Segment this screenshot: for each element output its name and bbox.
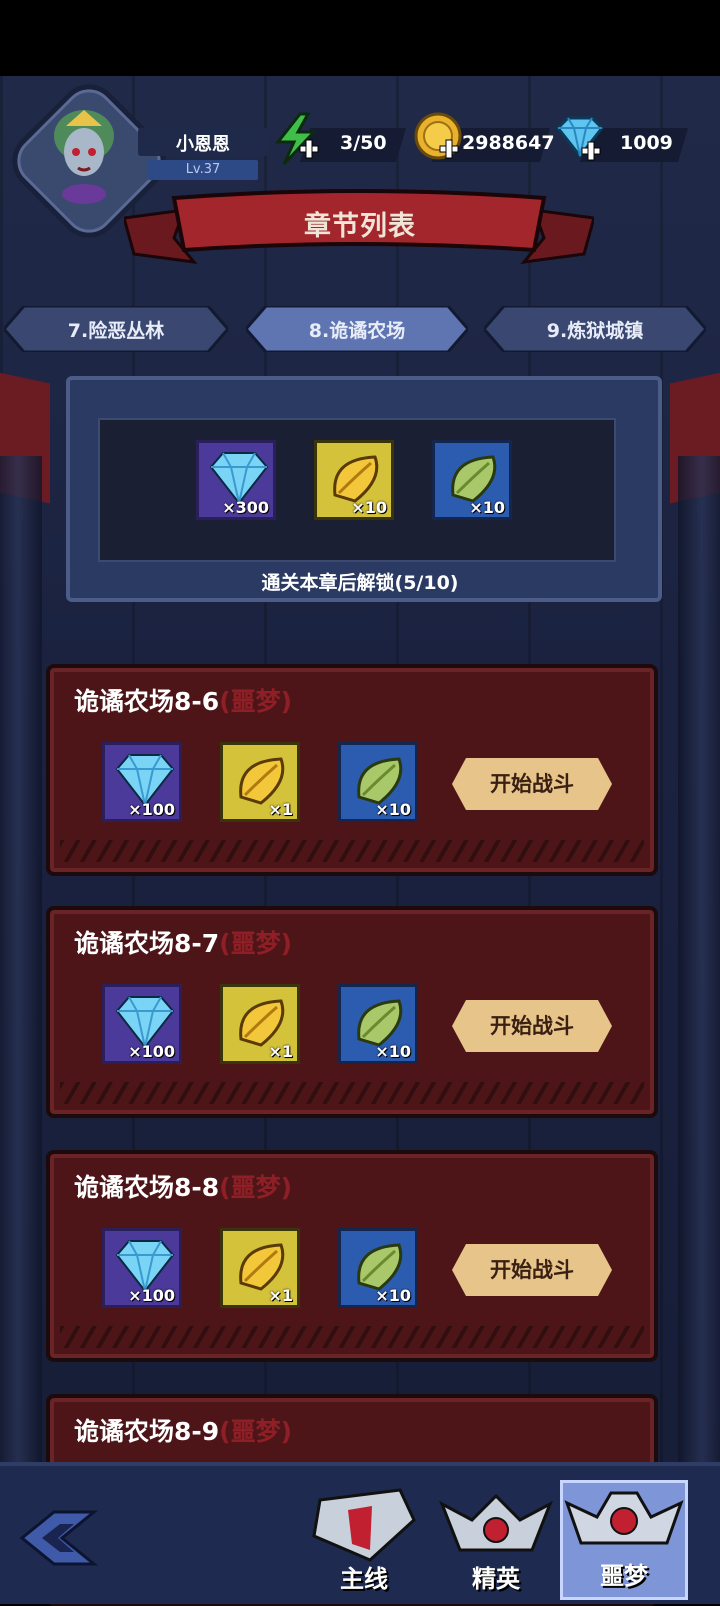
- item-qty: ×10: [469, 498, 505, 517]
- reward-green-leaf-item[interactable]: ×10: [338, 742, 418, 822]
- stage-name: 诡谲农场8-7: [74, 929, 220, 958]
- left-pillar: [0, 456, 42, 1556]
- tab-chapter-8-label: 8.诡谲农场: [308, 320, 406, 342]
- item-qty: ×100: [128, 800, 175, 819]
- item-qty: ×10: [351, 498, 387, 517]
- item-qty: ×300: [222, 498, 269, 517]
- reward-diamond-item[interactable]: ×100: [102, 742, 182, 822]
- right-pillar: [678, 456, 720, 1556]
- reward-diamond-item[interactable]: ×100: [102, 984, 182, 1064]
- stage-name: 诡谲农场8-6: [74, 687, 220, 716]
- stage-name: 诡谲农场8-8: [74, 1173, 220, 1202]
- nav-tab-label: 主线: [340, 1565, 388, 1593]
- stage-title: 诡谲农场8-9(噩梦): [74, 1412, 292, 1448]
- tab-chapter-7-label: 7.险恶丛林: [67, 320, 165, 342]
- thorn-decoration: [60, 840, 644, 862]
- item-qty: ×1: [268, 1286, 293, 1305]
- item-qty: ×1: [268, 800, 293, 819]
- item-qty: ×100: [128, 1042, 175, 1061]
- player-name: 小恩恩: [176, 134, 230, 155]
- nav-tab-nightmare[interactable]: 噩梦: [560, 1480, 688, 1600]
- player-level: Lv.37: [185, 162, 221, 177]
- reward-gold-feather-item[interactable]: ×10: [314, 440, 394, 520]
- item-qty: ×1: [268, 1042, 293, 1061]
- diamond-icon[interactable]: [552, 114, 608, 164]
- reward-gold-feather-item[interactable]: ×1: [220, 742, 300, 822]
- gold-coin-icon[interactable]: [412, 110, 464, 166]
- stage-card-8-6: 诡谲农场8-6(噩梦) ×100 ×1 ×10 开始战斗: [46, 664, 658, 876]
- nav-tab-elite[interactable]: 精英: [432, 1480, 560, 1600]
- stage-name: 诡谲农场8-9: [74, 1417, 220, 1446]
- reward-green-leaf-item[interactable]: ×10: [432, 440, 512, 520]
- reward-green-leaf-item[interactable]: ×10: [338, 1228, 418, 1308]
- item-qty: ×10: [375, 1042, 411, 1061]
- thorn-decoration: [60, 1082, 644, 1104]
- back-arrow-icon[interactable]: [18, 1508, 98, 1568]
- energy-value: 3/50: [340, 132, 387, 154]
- nightmare-tag: (噩梦): [219, 1173, 293, 1202]
- reward-green-leaf-item[interactable]: ×10: [338, 984, 418, 1064]
- stage-title: 诡谲农场8-7(噩梦): [74, 924, 292, 960]
- energy-lightning-icon[interactable]: [270, 112, 322, 166]
- elite-icon: [439, 1493, 553, 1552]
- page-title: 章节列表: [304, 211, 416, 242]
- nightmare-tag: (噩梦): [219, 1417, 293, 1446]
- item-qty: ×10: [375, 800, 411, 819]
- stage-title: 诡谲农场8-6(噩梦): [74, 682, 292, 718]
- tab-chapter-9-label: 9.炼狱城镇: [546, 320, 644, 342]
- nav-tab-label: 噩梦: [600, 1562, 648, 1590]
- start-battle-button[interactable]: 开始战斗: [452, 1000, 612, 1052]
- medusa-avatar-icon: [54, 110, 114, 204]
- stage-title: 诡谲农场8-8(噩梦): [74, 1168, 292, 1204]
- nav-tab-main[interactable]: 主线: [300, 1480, 428, 1600]
- start-battle-button[interactable]: 开始战斗: [452, 1244, 612, 1296]
- stage-card-8-8: 诡谲农场8-8(噩梦) ×100 ×1 ×10 开始战斗: [46, 1150, 658, 1362]
- reward-diamond-item[interactable]: ×100: [102, 1228, 182, 1308]
- stage-card-8-7: 诡谲农场8-7(噩梦) ×100 ×1 ×10 开始战斗: [46, 906, 658, 1118]
- item-qty: ×100: [128, 1286, 175, 1305]
- unlock-status-text: 通关本章后解锁(5/10): [261, 572, 459, 594]
- thorn-decoration: [60, 1326, 644, 1348]
- reward-gold-feather-item[interactable]: ×1: [220, 1228, 300, 1308]
- diamond-value: 1009: [620, 132, 673, 154]
- nightmare-tag: (噩梦): [219, 929, 293, 958]
- gold-value: 2988647: [462, 132, 555, 154]
- reward-gold-feather-item[interactable]: ×1: [220, 984, 300, 1064]
- start-battle-button[interactable]: 开始战斗: [452, 758, 612, 810]
- main-story-icon: [312, 1488, 416, 1562]
- item-qty: ×10: [375, 1286, 411, 1305]
- reward-diamond-item[interactable]: ×300: [196, 440, 276, 520]
- nightmare-tag: (噩梦): [219, 687, 293, 716]
- nav-tab-label: 精英: [472, 1565, 520, 1593]
